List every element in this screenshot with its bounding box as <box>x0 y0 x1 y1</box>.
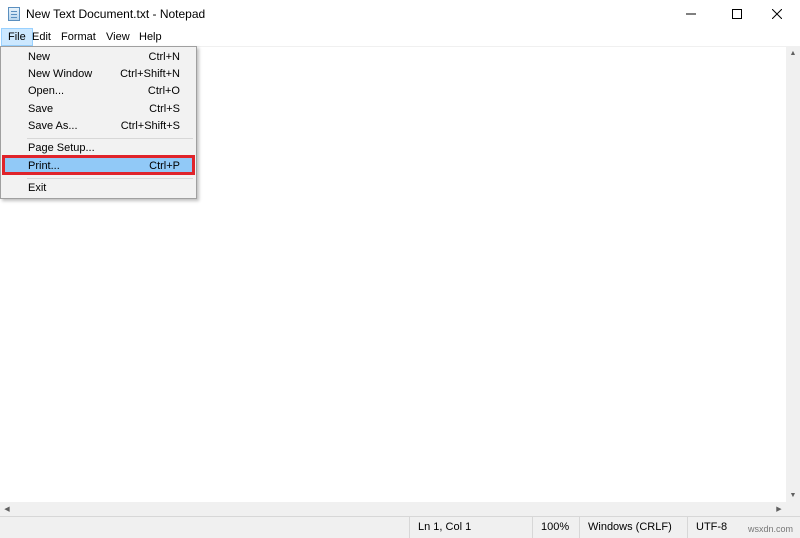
window-title: New Text Document.txt - Notepad <box>26 7 206 21</box>
menu-item-label: Open... <box>28 85 65 97</box>
menu-format[interactable]: Format <box>55 28 102 46</box>
menu-item-save-as[interactable]: Save As... Ctrl+Shift+S <box>3 118 194 135</box>
menu-item-shortcut: Ctrl+N <box>148 51 180 63</box>
menu-item-save[interactable]: Save Ctrl+S <box>3 101 194 118</box>
notepad-icon <box>8 7 20 21</box>
vertical-scrollbar[interactable]: ▲ ▼ <box>786 46 800 502</box>
menu-separator <box>27 178 193 179</box>
menu-item-shortcut: Ctrl+S <box>149 103 180 115</box>
scroll-up-icon[interactable]: ▲ <box>786 46 800 60</box>
status-line-ending: Windows (CRLF) <box>579 517 687 538</box>
menu-view[interactable]: View <box>100 28 136 46</box>
menu-item-shortcut: Ctrl+O <box>147 85 180 97</box>
scroll-left-icon[interactable]: ◀ <box>0 502 14 516</box>
menu-item-label: Save <box>28 103 54 115</box>
menu-item-new-window[interactable]: New Window Ctrl+Shift+N <box>3 66 194 83</box>
menu-help[interactable]: Help <box>133 28 168 46</box>
menu-edit[interactable]: Edit <box>26 28 57 46</box>
menu-item-label: Exit <box>28 182 47 194</box>
menu-item-exit[interactable]: Exit <box>3 180 194 197</box>
title-bar[interactable]: New Text Document.txt - Notepad <box>0 0 800 28</box>
menu-item-label: New Window <box>28 68 93 80</box>
status-bar: Ln 1, Col 1 100% Windows (CRLF) UTF-8 <box>0 516 800 538</box>
menu-item-shortcut: Ctrl+Shift+N <box>120 68 180 80</box>
status-position: Ln 1, Col 1 <box>409 517 532 538</box>
menu-separator <box>27 138 193 139</box>
annotation-highlight-box <box>2 155 195 175</box>
scroll-right-icon[interactable]: ▶ <box>772 502 786 516</box>
close-icon <box>772 9 782 19</box>
minimize-button[interactable] <box>668 0 714 28</box>
menu-bar: File Edit Format View Help <box>0 28 800 46</box>
menu-item-new[interactable]: New Ctrl+N <box>3 49 194 66</box>
maximize-icon <box>732 9 742 19</box>
menu-item-open[interactable]: Open... Ctrl+O <box>3 83 194 100</box>
minimize-icon <box>686 13 696 15</box>
scrollbar-corner <box>786 502 800 516</box>
scroll-down-icon[interactable]: ▼ <box>786 488 800 502</box>
menu-item-label: New <box>28 51 51 63</box>
menu-item-shortcut: Ctrl+Shift+S <box>120 120 180 132</box>
watermark-text: wsxdn.com <box>748 524 794 534</box>
file-menu-dropdown: New Ctrl+N New Window Ctrl+Shift+N Open.… <box>0 46 197 199</box>
horizontal-scrollbar[interactable]: ◀ ▶ <box>0 502 786 516</box>
menu-item-label: Save As... <box>28 120 78 132</box>
status-zoom: 100% <box>532 517 579 538</box>
close-button[interactable] <box>754 0 800 28</box>
